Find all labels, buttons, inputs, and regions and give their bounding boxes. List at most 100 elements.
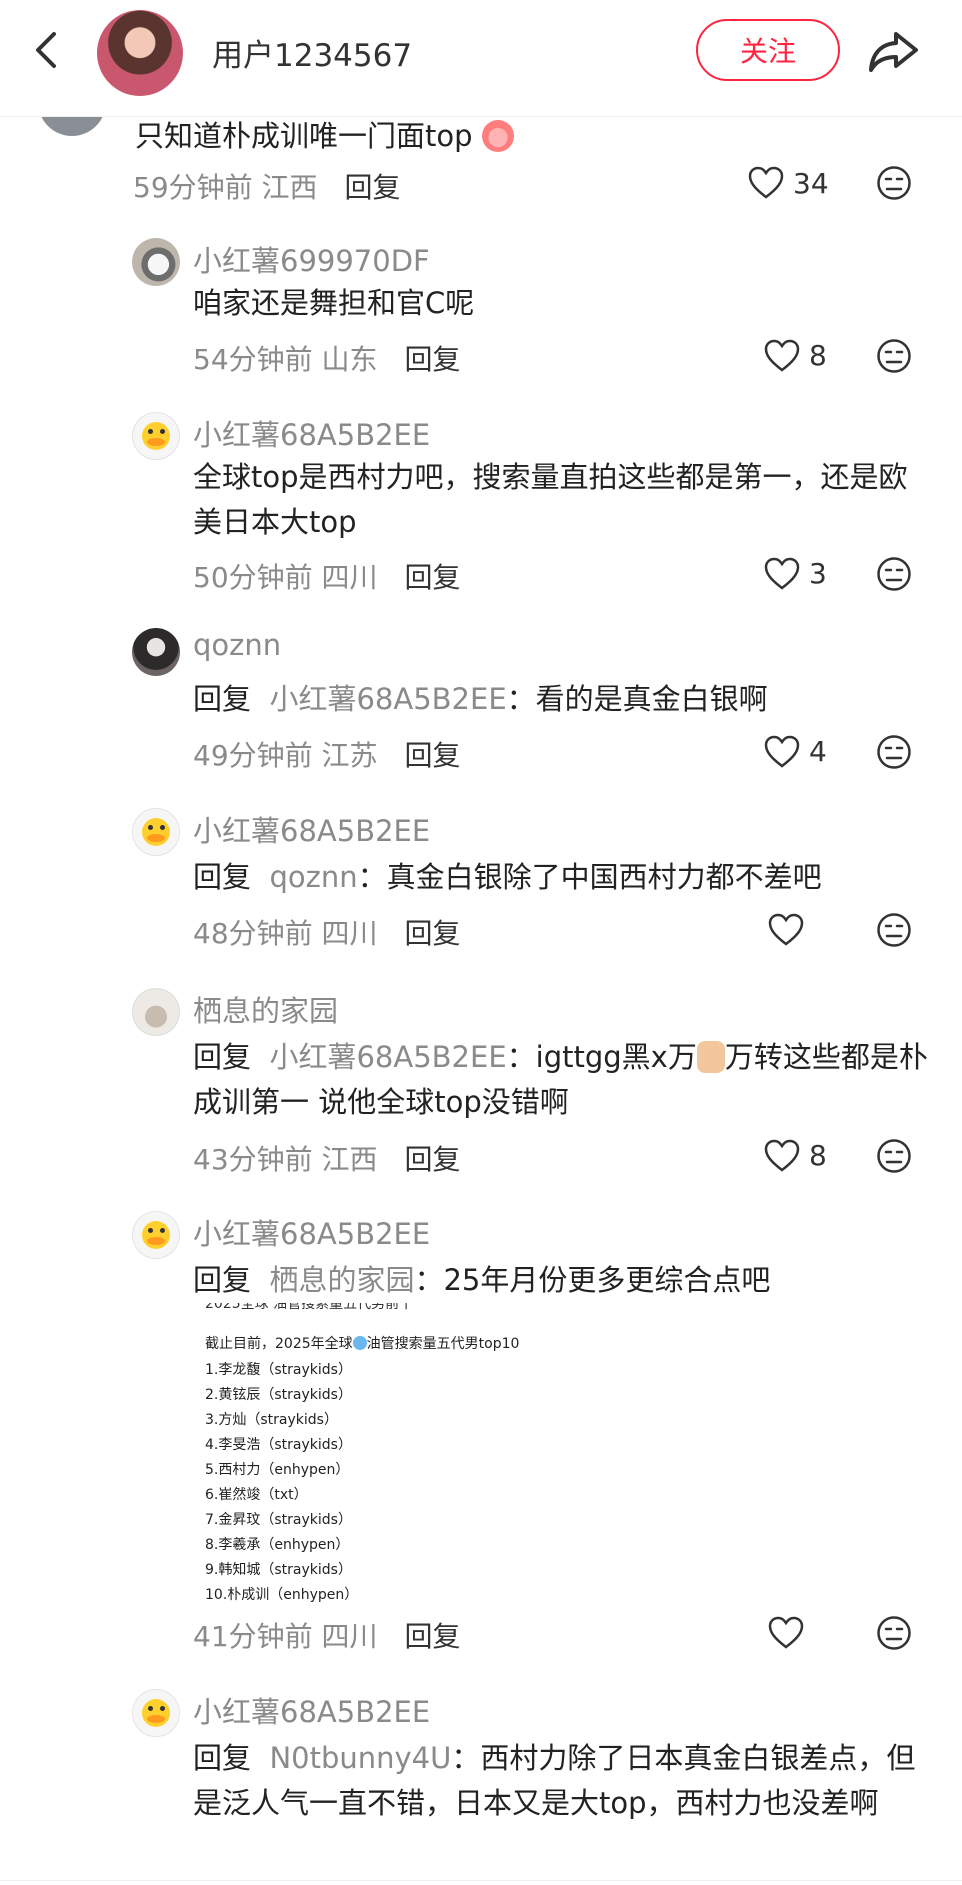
- replier-avatar[interactable]: [132, 628, 180, 676]
- dislike-face-icon[interactable]: [876, 338, 912, 374]
- reply-button[interactable]: 回复: [404, 561, 460, 594]
- like-heart-icon[interactable]: [764, 735, 800, 769]
- share-icon[interactable]: [866, 28, 922, 76]
- globe-icon: [352, 1336, 367, 1350]
- reply-button[interactable]: 回复: [404, 1143, 460, 1176]
- image-list-item: 4.李旻浩（straykids）: [205, 1437, 352, 1453]
- like-count: 34: [793, 167, 829, 200]
- reply-target-nickname[interactable]: qoznn: [269, 860, 357, 894]
- reply-button[interactable]: 回复: [404, 917, 460, 950]
- reply-prefix: 回复: [193, 860, 252, 894]
- replier-avatar[interactable]: [132, 1211, 180, 1259]
- reply-button[interactable]: 回复: [404, 343, 460, 376]
- reply-target-nickname[interactable]: 栖息的家园: [269, 1263, 414, 1297]
- author-avatar[interactable]: [97, 10, 183, 96]
- dislike-face-icon[interactable]: [876, 556, 912, 592]
- dislike-face-icon[interactable]: [876, 1615, 912, 1651]
- image-heading: 截止目前，2025年全球 油管搜索量五代男top10: [205, 1333, 519, 1353]
- comment-time: 59分钟前: [133, 171, 253, 204]
- replier-nickname[interactable]: qoznn: [193, 628, 281, 662]
- comment-text-body: 只知道朴成训唯一门面top: [135, 119, 473, 153]
- like-count: 8: [809, 339, 827, 372]
- reply-time: 49分钟前: [193, 739, 313, 772]
- reply-prefix: 回复: [193, 1263, 252, 1297]
- reply-location: 四川: [321, 917, 378, 950]
- image-list-item: 7.金昇玟（straykids）: [205, 1512, 352, 1528]
- replier-avatar[interactable]: [132, 238, 180, 286]
- like-count: 3: [809, 557, 827, 590]
- reply-location: 四川: [321, 561, 378, 594]
- replier-nickname[interactable]: 栖息的家园: [193, 988, 338, 1030]
- replier-nickname[interactable]: 小红薯699970DF: [193, 238, 430, 280]
- reply-meta: 54分钟前 山东 回复: [193, 338, 460, 378]
- replier-nickname[interactable]: 小红薯68A5B2EE: [193, 808, 430, 850]
- reply-button[interactable]: 回复: [404, 1620, 460, 1653]
- pig-emoji-icon: [481, 120, 514, 152]
- reply-target-nickname[interactable]: 小红薯68A5B2EE: [269, 1040, 506, 1074]
- dislike-face-icon[interactable]: [876, 1138, 912, 1174]
- like-count: 4: [809, 735, 827, 768]
- reply-location: 四川: [321, 1620, 378, 1653]
- replier-nickname[interactable]: 小红薯68A5B2EE: [193, 1689, 430, 1731]
- image-list-item: 1.李龙馥（straykids）: [205, 1362, 352, 1378]
- author-username[interactable]: 用户1234567: [212, 30, 412, 75]
- replier-avatar[interactable]: [132, 412, 180, 460]
- reply-meta: 49分钟前 江苏 回复: [193, 734, 460, 774]
- reply-time: 54分钟前: [193, 343, 313, 376]
- reply-time: 48分钟前: [193, 917, 313, 950]
- reply-location: 山东: [321, 343, 378, 376]
- top-bar: 用户1234567 关注: [0, 0, 962, 117]
- image-list-item: 10.朴成训（enhypen）: [205, 1587, 359, 1603]
- image-list-item: 2.黄铉辰（straykids）: [205, 1387, 352, 1403]
- follow-button[interactable]: 关注: [696, 19, 840, 81]
- comment-meta: 59分钟前 江西 回复: [133, 166, 400, 206]
- like-heart-icon[interactable]: [764, 339, 800, 373]
- reply-text: 回复 qoznn：真金白银除了中国西村力都不差吧: [193, 855, 928, 900]
- back-arrow-icon[interactable]: [28, 30, 64, 70]
- replier-avatar[interactable]: [132, 988, 180, 1036]
- image-list-item: 8.李羲承（enhypen）: [205, 1537, 350, 1553]
- image-heading-part: 油管搜索量五代男top10: [366, 1336, 520, 1352]
- like-heart-icon[interactable]: [748, 166, 784, 200]
- reply-text: 回复 N0tbunny4U：西村力除了日本真金白银差点，但是泛人气一直不错，日本…: [193, 1736, 928, 1826]
- reply-attached-image[interactable]: 2025全球 油管搜索量五代男前十 截止目前，2025年全球 油管搜索量五代男to…: [195, 1303, 615, 1603]
- image-list-item: 3.方灿（straykids）: [205, 1412, 338, 1428]
- reply-text-body: ：真金白银除了中国西村力都不差吧: [357, 860, 822, 894]
- dislike-face-icon[interactable]: [876, 912, 912, 948]
- image-heading-part: 截止目前，2025年全球: [205, 1336, 353, 1352]
- like-heart-icon[interactable]: [768, 913, 804, 947]
- reply-text: 回复 小红薯68A5B2EE：igttgg黑x万 万转这些都是朴成训第一 说他全球…: [193, 1035, 928, 1125]
- like-heart-icon[interactable]: [764, 557, 800, 591]
- reply-meta: 48分钟前 四川 回复: [193, 912, 460, 952]
- replier-nickname[interactable]: 小红薯68A5B2EE: [193, 412, 430, 454]
- reply-meta: 43分钟前 江西 回复: [193, 1138, 460, 1178]
- reply-time: 50分钟前: [193, 561, 313, 594]
- dislike-face-icon[interactable]: [876, 734, 912, 770]
- reply-text: 回复 小红薯68A5B2EE：看的是真金白银啊: [193, 677, 928, 722]
- image-list-item: 9.韩知城（straykids）: [205, 1562, 352, 1578]
- reply-button[interactable]: 回复: [404, 739, 460, 772]
- reply-target-nickname[interactable]: N0tbunny4U: [269, 1741, 451, 1775]
- like-heart-icon[interactable]: [764, 1139, 800, 1173]
- like-heart-icon[interactable]: [768, 1616, 804, 1650]
- dislike-face-icon[interactable]: [876, 165, 912, 201]
- reply-prefix: 回复: [193, 1040, 252, 1074]
- thumbs-up-emoji-icon: [696, 1041, 725, 1073]
- replier-avatar[interactable]: [132, 808, 180, 856]
- reply-time: 43分钟前: [193, 1143, 313, 1176]
- comment-location: 江西: [261, 171, 318, 204]
- image-list-item: 5.西村力（enhypen）: [205, 1462, 350, 1478]
- reply-text-body: ：25年月份更多更综合点吧: [414, 1263, 771, 1297]
- reply-meta: 50分钟前 四川 回复: [193, 556, 460, 596]
- replier-nickname[interactable]: 小红薯68A5B2EE: [193, 1211, 430, 1253]
- reply-text: 咱家还是舞担和官C呢: [193, 286, 475, 320]
- reply-location: 江苏: [321, 739, 378, 772]
- reply-location: 江西: [321, 1143, 378, 1176]
- replier-avatar[interactable]: [132, 1689, 180, 1737]
- reply-prefix: 回复: [193, 682, 252, 716]
- image-clipped-title: 2025全球 油管搜索量五代男前十: [205, 1303, 414, 1312]
- reply-target-nickname[interactable]: 小红薯68A5B2EE: [269, 682, 506, 716]
- reply-time: 41分钟前: [193, 1620, 313, 1653]
- reply-text: 回复 栖息的家园：25年月份更多更综合点吧: [193, 1258, 928, 1303]
- reply-button[interactable]: 回复: [344, 171, 400, 204]
